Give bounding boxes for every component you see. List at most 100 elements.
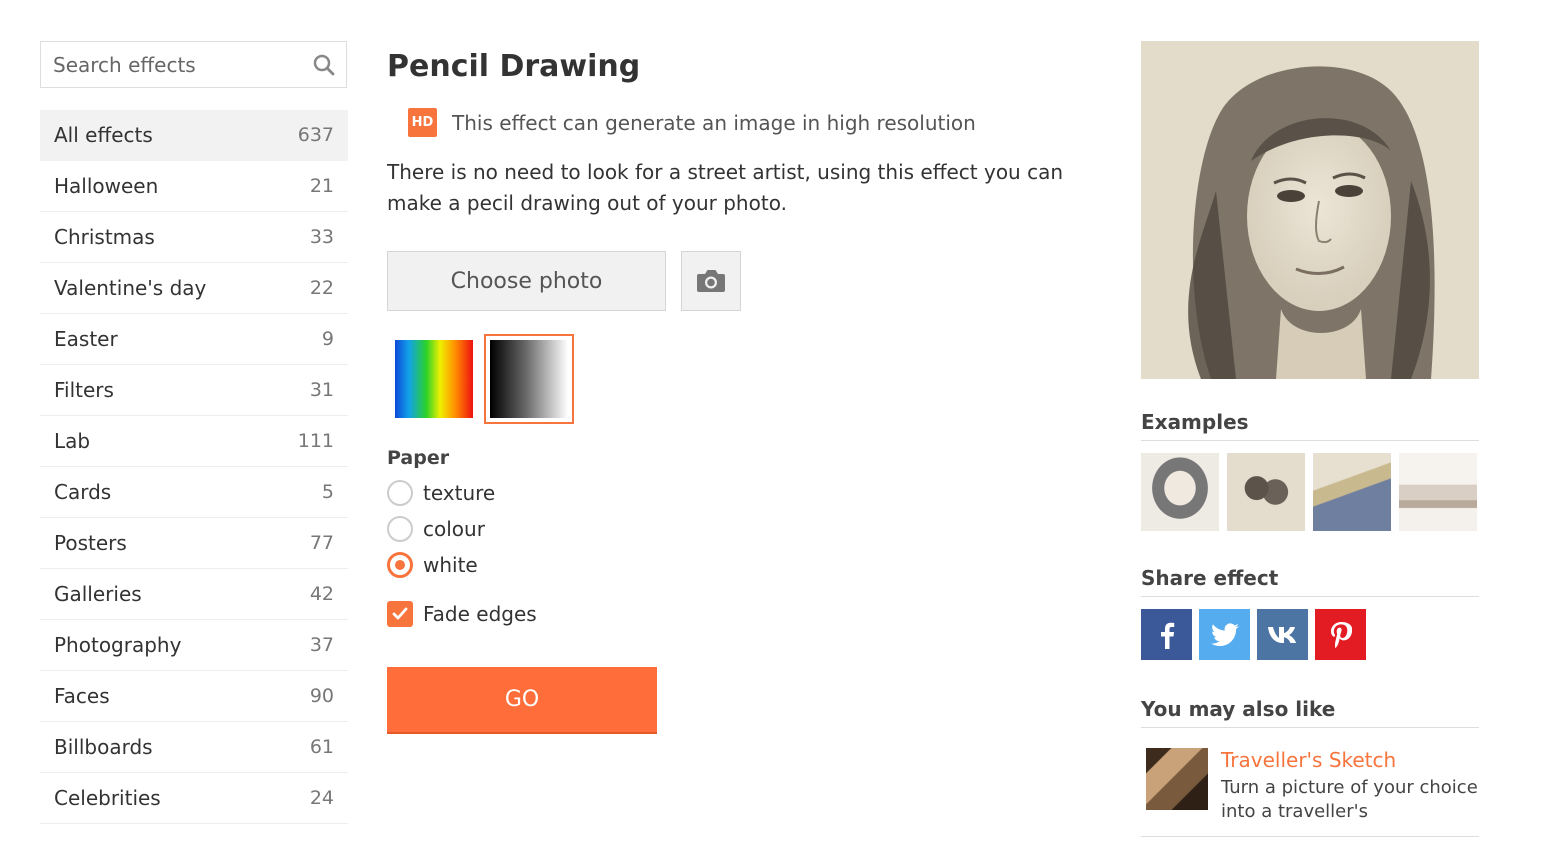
category-label: Halloween bbox=[54, 174, 159, 198]
category-label: Lab bbox=[54, 429, 91, 453]
black-white-swatch[interactable] bbox=[484, 334, 574, 424]
hd-notice: HD This effect can generate an image in … bbox=[408, 108, 1077, 137]
twitter-share-button[interactable] bbox=[1199, 609, 1250, 660]
category-count: 21 bbox=[309, 175, 334, 197]
go-button[interactable]: GO bbox=[387, 667, 657, 732]
category-label: Celebrities bbox=[54, 786, 161, 810]
category-label: Photography bbox=[54, 633, 182, 657]
category-count: 111 bbox=[297, 430, 334, 452]
paper-option-texture[interactable]: texture bbox=[387, 475, 1077, 511]
category-count: 42 bbox=[309, 583, 334, 605]
category-item-faces[interactable]: Faces 90 bbox=[40, 671, 348, 722]
example-thumbnail[interactable] bbox=[1227, 453, 1305, 531]
pencil-portrait-illustration bbox=[1141, 41, 1479, 379]
category-label: Posters bbox=[54, 531, 127, 555]
category-item-all-effects[interactable]: All effects 637 bbox=[40, 110, 348, 161]
radio-label: texture bbox=[423, 481, 496, 505]
category-count: 637 bbox=[297, 124, 334, 146]
category-label: All effects bbox=[54, 123, 153, 147]
fade-edges-checkbox[interactable] bbox=[387, 601, 413, 627]
category-item-posters[interactable]: Posters 77 bbox=[40, 518, 348, 569]
category-item-cards[interactable]: Cards 5 bbox=[40, 467, 348, 518]
search-icon[interactable] bbox=[312, 53, 336, 77]
color-mode-swatches bbox=[387, 334, 1077, 424]
related-effect-thumbnail[interactable] bbox=[1146, 748, 1208, 810]
search-input[interactable] bbox=[53, 52, 303, 77]
sidebar: All effects 637 Halloween 21 Christmas 33 V… bbox=[40, 41, 348, 824]
radio-button-selected[interactable] bbox=[387, 552, 413, 578]
twitter-icon bbox=[1210, 622, 1239, 646]
paper-options: texture colour white bbox=[387, 475, 1077, 583]
pinterest-icon bbox=[1330, 621, 1352, 648]
effect-preview-image bbox=[1141, 41, 1479, 379]
share-buttons bbox=[1141, 609, 1479, 660]
category-count: 61 bbox=[309, 736, 334, 758]
category-item-billboards[interactable]: Billboards 61 bbox=[40, 722, 348, 773]
page-title: Pencil Drawing bbox=[387, 49, 641, 84]
category-label: Christmas bbox=[54, 225, 155, 249]
camera-icon bbox=[697, 270, 725, 292]
effect-panel: Pencil Drawing HD This effect can genera… bbox=[387, 40, 1077, 732]
category-count: 90 bbox=[309, 685, 334, 707]
category-count: 33 bbox=[309, 226, 334, 248]
facebook-share-button[interactable] bbox=[1141, 609, 1192, 660]
category-label: Filters bbox=[54, 378, 114, 402]
related-effect-item[interactable]: Traveller's Sketch Turn a picture of you… bbox=[1141, 748, 1479, 837]
category-item-celebrities[interactable]: Celebrities 24 bbox=[40, 773, 348, 824]
related-effect-name[interactable]: Traveller's Sketch bbox=[1221, 748, 1479, 772]
example-thumbnail[interactable] bbox=[1313, 453, 1391, 531]
hd-text: This effect can generate an image in hig… bbox=[452, 110, 976, 135]
category-item-lab[interactable]: Lab 111 bbox=[40, 416, 348, 467]
search-box bbox=[40, 41, 347, 88]
radio-label: white bbox=[423, 553, 478, 577]
category-label: Easter bbox=[54, 327, 118, 351]
category-count: 24 bbox=[309, 787, 334, 809]
category-item-photography[interactable]: Photography 37 bbox=[40, 620, 348, 671]
category-label: Faces bbox=[54, 684, 110, 708]
fade-edges-option[interactable]: Fade edges bbox=[387, 601, 1077, 627]
category-count: 9 bbox=[321, 328, 334, 350]
category-item-galleries[interactable]: Galleries 42 bbox=[40, 569, 348, 620]
examples-list bbox=[1141, 453, 1479, 531]
fade-edges-label: Fade edges bbox=[423, 602, 537, 626]
share-title: Share effect bbox=[1141, 566, 1479, 597]
effect-description: There is no need to look for a street ar… bbox=[387, 160, 1064, 215]
category-label: Galleries bbox=[54, 582, 142, 606]
radio-button[interactable] bbox=[387, 480, 413, 506]
paper-option-colour[interactable]: colour bbox=[387, 511, 1077, 547]
color-gradient bbox=[395, 340, 473, 418]
category-item-valentines-day[interactable]: Valentine's day 22 bbox=[40, 263, 348, 314]
related-effect-description: Turn a picture of your choice into a tra… bbox=[1221, 777, 1478, 822]
camera-button[interactable] bbox=[681, 251, 741, 311]
category-item-christmas[interactable]: Christmas 33 bbox=[40, 212, 348, 263]
radio-button[interactable] bbox=[387, 516, 413, 542]
category-item-halloween[interactable]: Halloween 21 bbox=[40, 161, 348, 212]
paper-label: Paper bbox=[387, 447, 450, 469]
color-swatch[interactable] bbox=[389, 334, 479, 424]
category-item-filters[interactable]: Filters 31 bbox=[40, 365, 348, 416]
grayscale-gradient bbox=[490, 340, 568, 418]
right-column: Examples Share effect You may also like … bbox=[1141, 41, 1479, 837]
hd-badge: HD bbox=[408, 108, 437, 137]
category-count: 77 bbox=[309, 532, 334, 554]
photo-input-row: Choose photo bbox=[387, 251, 1077, 311]
radio-label: colour bbox=[423, 517, 485, 541]
category-label: Cards bbox=[54, 480, 112, 504]
category-count: 5 bbox=[321, 481, 334, 503]
category-item-easter[interactable]: Easter 9 bbox=[40, 314, 348, 365]
category-count: 31 bbox=[309, 379, 334, 401]
category-label: Valentine's day bbox=[54, 276, 207, 300]
you-may-also-like-title: You may also like bbox=[1141, 697, 1479, 728]
vk-icon bbox=[1267, 626, 1296, 643]
pinterest-share-button[interactable] bbox=[1315, 609, 1366, 660]
paper-option-white[interactable]: white bbox=[387, 547, 1077, 583]
checkmark-icon bbox=[392, 607, 408, 620]
example-thumbnail[interactable] bbox=[1399, 453, 1477, 531]
category-count: 22 bbox=[309, 277, 334, 299]
vk-share-button[interactable] bbox=[1257, 609, 1308, 660]
category-count: 37 bbox=[309, 634, 334, 656]
facebook-icon bbox=[1160, 622, 1174, 649]
choose-photo-button[interactable]: Choose photo bbox=[387, 251, 666, 311]
example-thumbnail[interactable] bbox=[1141, 453, 1219, 531]
category-label: Billboards bbox=[54, 735, 153, 759]
